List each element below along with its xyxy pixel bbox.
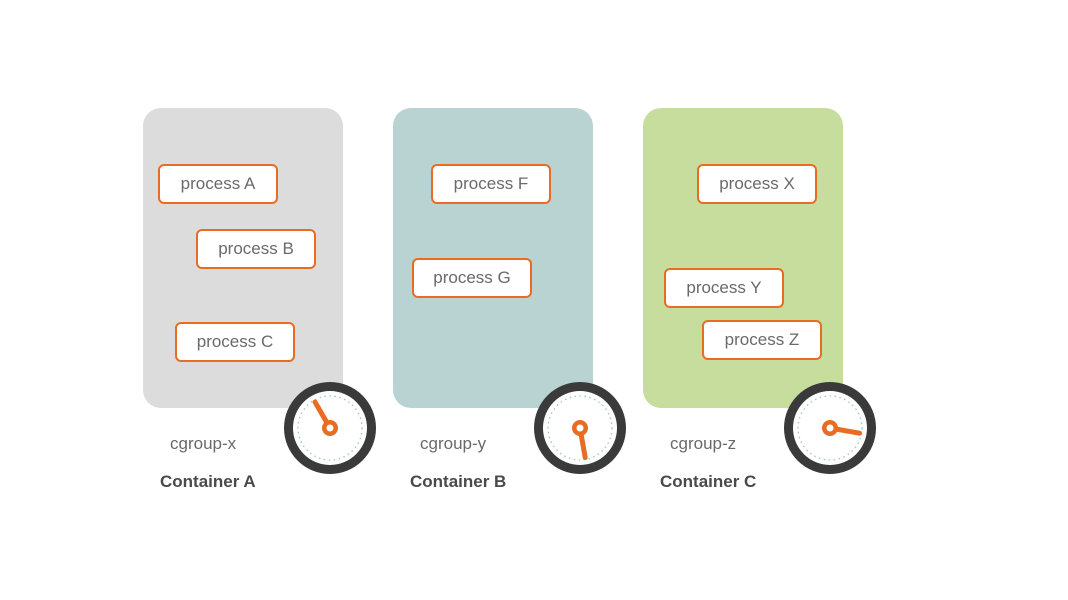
cgroup-label-c: cgroup-z [670, 434, 736, 454]
process-box: process F [431, 164, 551, 204]
cgroup-label-a: cgroup-x [170, 434, 236, 454]
process-box: process G [412, 258, 532, 298]
process-box: process B [196, 229, 316, 269]
process-box: process C [175, 322, 295, 362]
process-label: process F [454, 174, 529, 194]
diagram-stage: process A process B process C cgroup-x C… [0, 0, 1068, 600]
gauge-icon-a [280, 378, 380, 478]
container-label-c: Container C [660, 472, 756, 492]
container-box-c [643, 108, 843, 408]
cgroup-label-b: cgroup-y [420, 434, 486, 454]
process-box: process X [697, 164, 817, 204]
container-label-b: Container B [410, 472, 506, 492]
process-label: process A [181, 174, 256, 194]
process-label: process Y [686, 278, 761, 298]
process-box: process A [158, 164, 278, 204]
gauge-icon-b [530, 378, 630, 478]
process-box: process Y [664, 268, 784, 308]
process-label: process Z [725, 330, 800, 350]
process-box: process Z [702, 320, 822, 360]
process-label: process X [719, 174, 795, 194]
gauge-icon-c [780, 378, 880, 478]
process-label: process C [197, 332, 274, 352]
process-label: process B [218, 239, 294, 259]
process-label: process G [433, 268, 510, 288]
container-label-a: Container A [160, 472, 256, 492]
